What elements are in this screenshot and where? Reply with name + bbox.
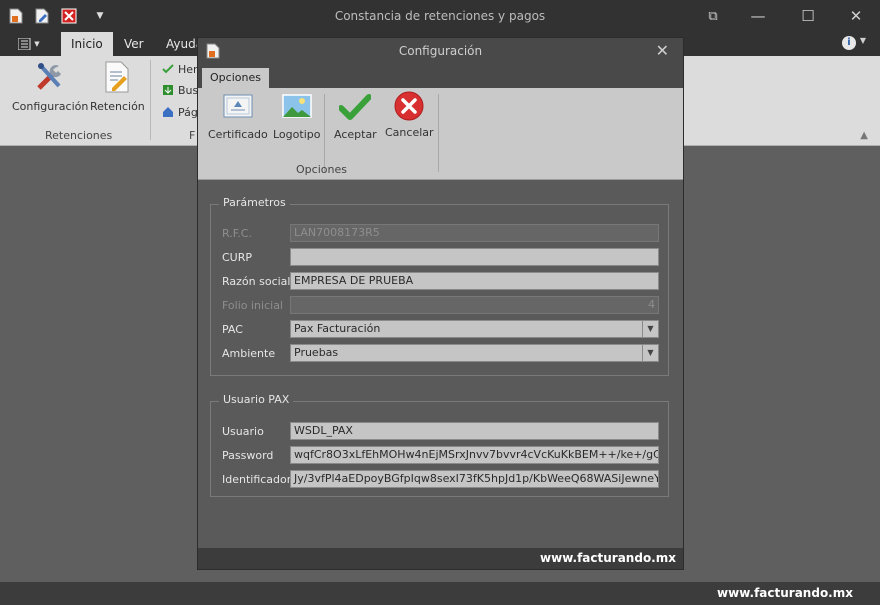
usuario-pax-group: Usuario PAX Usuario WSDL_PAX Password wq…: [210, 393, 669, 497]
razon-social-field[interactable]: EMPRESA DE PRUEBA: [290, 272, 659, 290]
dialog-ribbon-separator: [438, 94, 439, 172]
logotipo-label: Logotipo: [273, 128, 321, 141]
tools-icon: [37, 63, 62, 90]
curp-label: CURP: [222, 251, 253, 264]
chevron-down-icon: ▼: [34, 40, 40, 48]
dialog-ribbon-separator: [324, 94, 325, 172]
folio-inicial-label: Folio inicial: [222, 299, 283, 312]
usuario-field[interactable]: WSDL_PAX: [290, 422, 659, 440]
ambiente-label: Ambiente: [222, 347, 276, 360]
ribbon-small-item-pag[interactable]: Pág: [162, 104, 198, 120]
dialog-footer-text: www.facturando.mx: [540, 551, 676, 565]
dialog-footer: www.facturando.mx: [198, 548, 683, 569]
status-bar: www.facturando.mx: [0, 582, 880, 605]
menu-icon: [18, 38, 31, 50]
ribbon-small-item-her[interactable]: Her: [162, 61, 198, 77]
dialog-title: Configuración: [398, 44, 483, 58]
title-bar: ▼ Constancia de retenciones y pagos ⧉ — …: [0, 0, 880, 32]
configuracion-button[interactable]: Configuración: [12, 60, 88, 113]
parametros-legend: Parámetros: [219, 196, 290, 209]
cancelar-label: Cancelar: [385, 126, 434, 139]
configuracion-dialog: Configuración ✕ Opciones Certificado Log…: [197, 37, 684, 570]
maximize-button[interactable]: ☐: [790, 4, 826, 28]
configuracion-label: Configuración: [12, 100, 89, 113]
chevron-down-icon[interactable]: ▼: [860, 36, 866, 45]
usuario-pax-legend: Usuario PAX: [219, 393, 294, 406]
certificado-button[interactable]: Certificado: [208, 94, 268, 141]
collapse-ribbon-icon[interactable]: ▲: [860, 130, 868, 141]
dialog-tab-row: Opciones: [198, 66, 683, 88]
retencion-label: Retención: [90, 100, 145, 113]
identificador-field[interactable]: Jy/3vfPl4aEDpoyBGfpIqw8sexI73fK5hpJd1p/K…: [290, 470, 659, 488]
restore-icon[interactable]: ⧉: [695, 4, 731, 28]
checkmark-icon: [339, 94, 372, 120]
curp-field[interactable]: [290, 248, 659, 266]
cancel-icon: [394, 91, 424, 121]
logotipo-button[interactable]: Logotipo: [273, 94, 320, 141]
rfc-field: LAN7008173R5: [290, 224, 659, 242]
ambiente-value: Pruebas: [294, 346, 339, 359]
document-edit-icon: [105, 61, 129, 93]
pac-select[interactable]: Pax Facturación ▼: [290, 320, 659, 338]
application-menu-button[interactable]: ▼: [12, 35, 46, 53]
group-label-f: F: [189, 129, 196, 142]
ribbon-small-item-label: Bus: [178, 83, 199, 97]
identificador-label: Identificador: [222, 473, 292, 486]
ribbon-small-item-label: Her: [178, 62, 198, 76]
ribbon-small-item-bus[interactable]: Bus: [162, 82, 198, 98]
download-icon: [163, 85, 173, 95]
aceptar-label: Aceptar: [334, 128, 377, 141]
password-field[interactable]: wqfCr8O3xLfEhMOHw4nEjMSrxJnvv7bvvr4cVcKu…: [290, 446, 659, 464]
password-label: Password: [222, 449, 274, 462]
help-icon[interactable]: i: [842, 36, 856, 50]
parametros-group: Parámetros R.F.C. LAN7008173R5 CURP Razó…: [210, 196, 669, 376]
pac-label: PAC: [222, 323, 243, 336]
minimize-button[interactable]: —: [740, 4, 776, 28]
group-label-retenciones: Retenciones: [45, 129, 113, 142]
image-icon: [281, 94, 312, 118]
check-icon: [162, 64, 174, 74]
razon-social-label: Razón social: [222, 275, 291, 288]
rfc-label: R.F.C.: [222, 227, 252, 240]
home-icon: [163, 107, 173, 117]
tab-opciones[interactable]: Opciones: [202, 68, 269, 88]
folio-inicial-field: 4: [290, 296, 659, 314]
close-button[interactable]: ✕: [838, 4, 874, 28]
tab-ver[interactable]: Ver: [114, 32, 154, 56]
pac-value: Pax Facturación: [294, 322, 381, 335]
status-text: www.facturando.mx: [717, 586, 853, 600]
aceptar-button[interactable]: Aceptar: [334, 94, 377, 141]
tab-inicio[interactable]: Inicio: [61, 32, 113, 56]
cancelar-button[interactable]: Cancelar: [385, 91, 434, 139]
dialog-ribbon: Certificado Logotipo Aceptar Cancelar Op…: [198, 88, 683, 180]
group-label-opciones: Opciones: [296, 163, 347, 176]
ambiente-select[interactable]: Pruebas ▼: [290, 344, 659, 362]
chevron-down-icon[interactable]: ▼: [642, 345, 658, 361]
ribbon-separator: [150, 60, 151, 140]
dialog-close-button[interactable]: ✕: [656, 41, 669, 60]
dialog-title-bar: Configuración ✕: [198, 38, 683, 66]
certificate-icon: [223, 94, 253, 118]
retencion-button[interactable]: Retención: [90, 60, 145, 113]
certificado-label: Certificado: [208, 128, 268, 141]
chevron-down-icon[interactable]: ▼: [642, 321, 658, 337]
usuario-label: Usuario: [222, 425, 264, 438]
ribbon-small-item-label: Pág: [178, 105, 198, 119]
